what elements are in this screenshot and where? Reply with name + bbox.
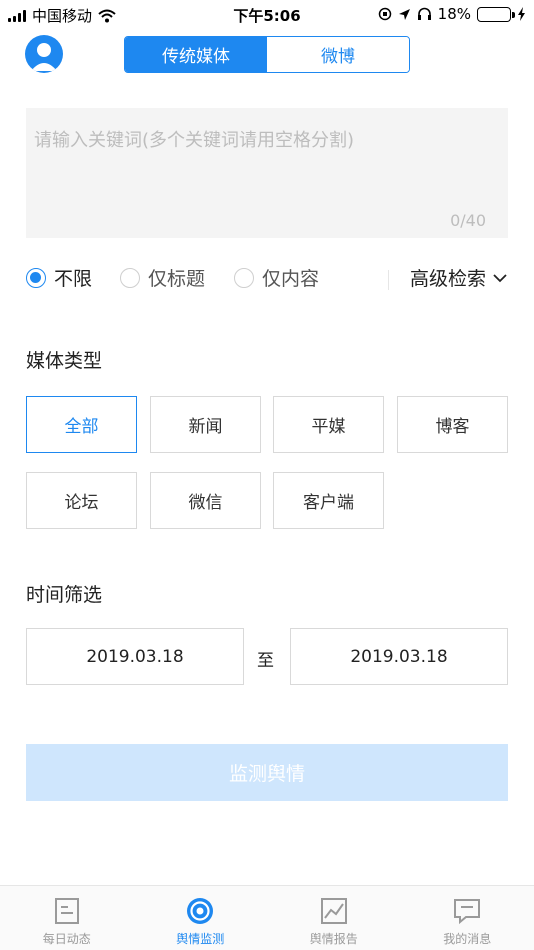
advanced-search-label: 高级检索: [409, 268, 486, 290]
chevron-down-icon: [493, 273, 507, 282]
message-icon: [454, 899, 481, 925]
battery-icon: [477, 6, 515, 22]
radio-label: 仅标题: [148, 268, 206, 290]
divider: [388, 270, 389, 290]
keyword-box: 0/40: [26, 108, 508, 238]
media-option-forum[interactable]: 论坛: [26, 472, 137, 529]
advanced-search-button[interactable]: 高级检索: [410, 264, 508, 291]
media-option-client[interactable]: 客户端: [273, 472, 384, 529]
nav-item-monitor[interactable]: 舆情监测: [134, 886, 268, 950]
nav-item-daily[interactable]: 每日动态: [0, 886, 134, 950]
user-icon: [31, 43, 57, 71]
avatar[interactable]: [25, 35, 63, 73]
orientation-lock-icon: [378, 7, 391, 21]
search-scope: 不限 仅标题 仅内容 高级检索: [26, 264, 508, 294]
keyword-counter: 0/40: [450, 211, 486, 230]
nav-label: 我的消息: [443, 932, 492, 946]
headphones-icon: [417, 7, 431, 20]
start-date-picker[interactable]: 2019.03.18: [26, 628, 244, 685]
charging-icon: [518, 7, 525, 21]
status-bar: 中国移动 下午5:06 18%: [0, 0, 534, 28]
location-icon: [398, 8, 410, 20]
radio-label: 不限: [54, 268, 93, 290]
radio-checked-icon: [26, 267, 46, 288]
document-icon: [54, 898, 79, 924]
tab-traditional-media[interactable]: 传统媒体: [125, 37, 267, 72]
time-filter-title: 时间筛选: [26, 584, 103, 606]
battery-percent: 18%: [437, 5, 471, 23]
radio-unlimited[interactable]: 不限: [26, 264, 92, 291]
media-option-news[interactable]: 新闻: [150, 396, 261, 453]
source-switch: 传统媒体 微博: [124, 36, 410, 73]
nav-label: 舆情监测: [176, 932, 225, 946]
radio-label: 仅内容: [262, 268, 320, 290]
media-option-all[interactable]: 全部: [26, 396, 137, 453]
media-type-title: 媒体类型: [26, 350, 103, 372]
nav-item-messages[interactable]: 我的消息: [401, 886, 534, 950]
bottom-nav: 每日动态 舆情监测 舆情报告 我的消息: [0, 885, 534, 950]
media-option-blog[interactable]: 博客: [397, 396, 508, 453]
tab-weibo[interactable]: 微博: [267, 37, 409, 72]
nav-label: 舆情报告: [309, 932, 358, 946]
radio-unchecked-icon: [234, 267, 254, 288]
radar-icon: [187, 898, 214, 924]
chart-icon: [320, 898, 347, 924]
radio-content-only[interactable]: 仅内容: [234, 264, 319, 291]
nav-item-report[interactable]: 舆情报告: [267, 886, 401, 950]
radio-title-only[interactable]: 仅标题: [120, 264, 205, 291]
media-option-wechat[interactable]: 微信: [150, 472, 261, 529]
media-option-print[interactable]: 平媒: [273, 396, 384, 453]
radio-unchecked-icon: [120, 267, 140, 288]
nav-label: 每日动态: [42, 932, 91, 946]
monitor-button[interactable]: 监测舆情: [26, 744, 508, 801]
keyword-input[interactable]: [26, 108, 508, 238]
date-separator: 至: [257, 651, 274, 671]
end-date-picker[interactable]: 2019.03.18: [290, 628, 508, 685]
